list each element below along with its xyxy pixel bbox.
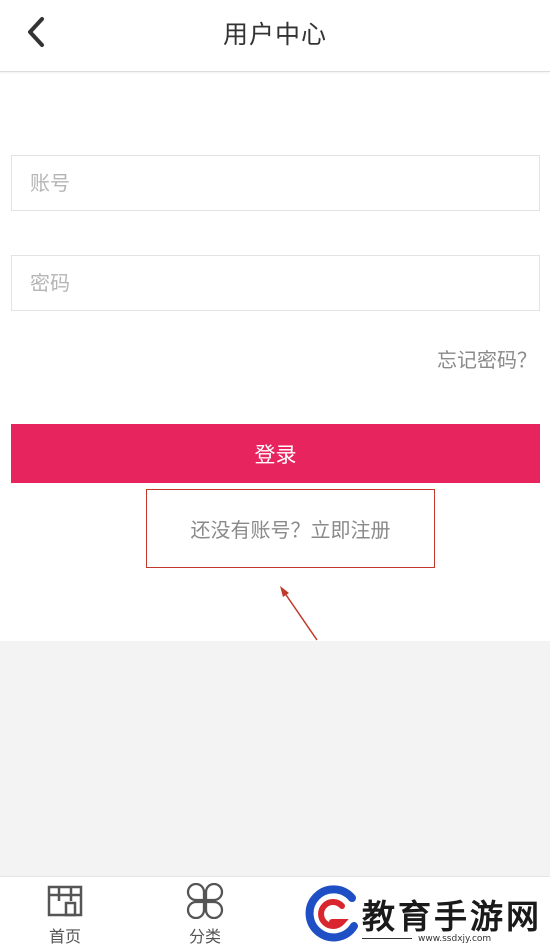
clover-grid-icon [186, 883, 224, 919]
forgot-password-link[interactable]: 忘记密码？ [437, 345, 537, 375]
watermark-divider [362, 938, 412, 939]
watermark: 教育手游网 www.ssdxjy.com [300, 880, 550, 951]
site-logo-icon [305, 885, 358, 942]
watermark-url: www.ssdxjy.com [418, 934, 492, 944]
tab-category-label: 分类 [188, 927, 221, 946]
watermark-text: 教育手游网 [362, 897, 542, 936]
store-icon [47, 885, 83, 917]
empty-content-area [0, 641, 550, 876]
account-input[interactable] [11, 155, 540, 211]
register-link[interactable]: 还没有账号？立即注册 [191, 514, 391, 543]
login-button[interactable]: 登录 [11, 424, 540, 483]
page-title: 用户中心 [222, 20, 327, 49]
annotation-arrow-icon [280, 586, 318, 641]
register-highlight-box: 还没有账号？立即注册 [146, 489, 435, 568]
tab-home-label: 首页 [48, 927, 81, 946]
app-header: 用户中心 [0, 0, 550, 72]
tab-category[interactable]: 分类 [170, 883, 240, 949]
password-input[interactable] [11, 255, 540, 311]
tab-home[interactable]: 首页 [30, 883, 100, 949]
